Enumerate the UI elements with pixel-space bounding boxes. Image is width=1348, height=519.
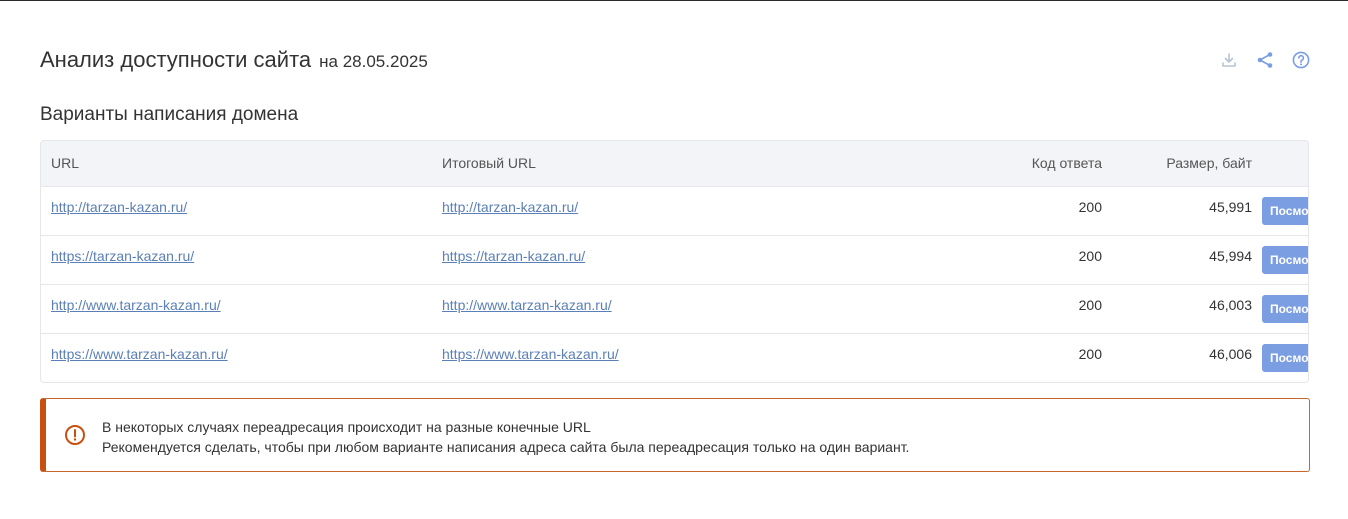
alert-line-1: В некоторых случаях переадресация происх… xyxy=(102,419,591,435)
column-header-final-url: Итоговый URL xyxy=(442,155,536,172)
view-button[interactable]: Посмотреть xyxy=(1262,294,1308,323)
size-bytes: 45,991 xyxy=(1209,198,1252,215)
url-link[interactable]: https://www.tarzan-kazan.ru/ xyxy=(51,346,228,362)
alert-message: В некоторых случаях переадресация происх… xyxy=(102,417,909,457)
view-button[interactable]: Посмотреть xyxy=(1262,196,1308,225)
page-title: Анализ доступности сайта на 28.05.2025 xyxy=(40,47,428,73)
response-code: 200 xyxy=(1078,198,1102,215)
url-link[interactable]: https://tarzan-kazan.ru/ xyxy=(51,248,194,264)
view-button[interactable]: Посмотреть xyxy=(1262,245,1308,274)
response-code: 200 xyxy=(1078,296,1102,313)
url-link[interactable]: http://www.tarzan-kazan.ru/ xyxy=(51,297,221,313)
table-row: http://tarzan-kazan.ru/ http://tarzan-ka… xyxy=(41,186,1308,235)
response-code: 200 xyxy=(1078,345,1102,362)
view-button[interactable]: Посмотреть xyxy=(1262,343,1308,372)
size-bytes: 45,994 xyxy=(1209,247,1252,264)
column-header-url: URL xyxy=(51,155,80,172)
final-url-link[interactable]: https://tarzan-kazan.ru/ xyxy=(442,248,585,264)
download-icon[interactable] xyxy=(1220,51,1238,69)
section-title: Варианты написания домена xyxy=(40,104,299,125)
column-header-action xyxy=(1252,141,1308,186)
response-code: 200 xyxy=(1078,247,1102,264)
domain-variants-table: URL Итоговый URL Код ответа Размер, байт… xyxy=(40,140,1309,383)
column-header-code: Код ответа xyxy=(1031,155,1102,172)
size-bytes: 46,003 xyxy=(1209,296,1252,313)
report-date: на 28.05.2025 xyxy=(319,52,428,71)
alert-line-2: Рекомендуется сделать, чтобы при любом в… xyxy=(102,439,910,455)
final-url-link[interactable]: http://tarzan-kazan.ru/ xyxy=(442,199,578,215)
share-icon[interactable] xyxy=(1256,51,1274,69)
table-row: http://www.tarzan-kazan.ru/ http://www.t… xyxy=(41,284,1308,333)
final-url-link[interactable]: http://www.tarzan-kazan.ru/ xyxy=(442,297,612,313)
table-row: https://tarzan-kazan.ru/ https://tarzan-… xyxy=(41,235,1308,284)
help-icon[interactable] xyxy=(1292,51,1310,69)
warning-icon xyxy=(64,424,86,446)
page-header: Анализ доступности сайта на 28.05.2025 xyxy=(40,47,1310,77)
toolbar xyxy=(1220,51,1310,69)
table-header-row: URL Итоговый URL Код ответа Размер, байт xyxy=(41,141,1308,186)
url-link[interactable]: http://tarzan-kazan.ru/ xyxy=(51,199,187,215)
redirect-warning-alert: В некоторых случаях переадресация происх… xyxy=(40,398,1310,472)
final-url-link[interactable]: https://www.tarzan-kazan.ru/ xyxy=(442,346,619,362)
page-title-text: Анализ доступности сайта xyxy=(40,47,312,72)
column-header-size: Размер, байт xyxy=(1166,155,1252,172)
table-row: https://www.tarzan-kazan.ru/ https://www… xyxy=(41,333,1308,382)
size-bytes: 46,006 xyxy=(1209,345,1252,362)
